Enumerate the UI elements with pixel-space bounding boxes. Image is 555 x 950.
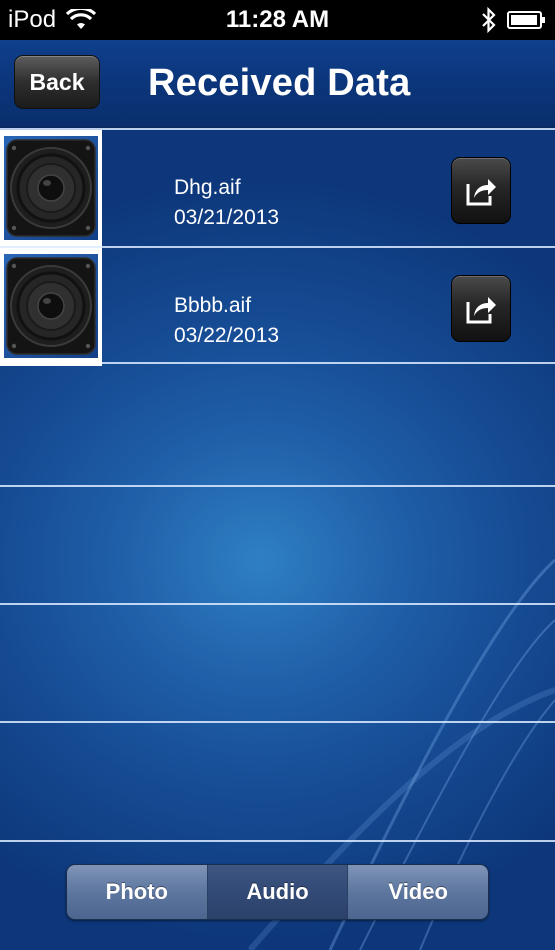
speaker-icon	[6, 257, 96, 355]
received-file-list: Dhg.aif 03/21/2013 Bbbb.aif 03/22/2013	[0, 128, 555, 366]
row-separator	[0, 721, 555, 723]
app-screen: iPod 11:28 AM Back Received Data Dhg.aif…	[0, 0, 555, 950]
status-left: iPod	[8, 6, 97, 34]
media-type-segmented-control: Photo Audio Video	[66, 864, 489, 920]
carrier-label: iPod	[8, 6, 57, 33]
battery-icon	[507, 11, 545, 29]
share-icon	[466, 178, 496, 205]
file-date: 03/21/2013	[174, 206, 280, 229]
bluetooth-icon	[482, 6, 496, 34]
row-separator	[0, 840, 555, 842]
tab-photo[interactable]: Photo	[67, 865, 208, 919]
share-icon	[466, 296, 496, 323]
tab-video[interactable]: Video	[348, 865, 488, 919]
file-name: Bbbb.aif	[174, 294, 252, 317]
page-title: Received Data	[148, 62, 411, 104]
share-button[interactable]	[451, 157, 511, 224]
speaker-icon	[6, 139, 96, 237]
back-button[interactable]: Back	[14, 55, 100, 109]
list-item[interactable]: Dhg.aif 03/21/2013	[0, 128, 555, 248]
status-right	[481, 6, 547, 34]
wifi-icon	[66, 9, 97, 29]
list-item[interactable]: Bbbb.aif 03/22/2013	[0, 246, 555, 366]
tab-audio[interactable]: Audio	[207, 865, 349, 919]
navigation-bar: Back Received Data	[0, 40, 555, 128]
status-bar: iPod 11:28 AM	[0, 0, 555, 40]
file-name: Dhg.aif	[174, 176, 241, 199]
row-separator	[0, 603, 555, 605]
file-thumbnail	[0, 248, 102, 366]
share-button[interactable]	[451, 275, 511, 342]
row-separator	[0, 485, 555, 487]
file-thumbnail	[0, 130, 102, 248]
file-date: 03/22/2013	[174, 324, 280, 347]
